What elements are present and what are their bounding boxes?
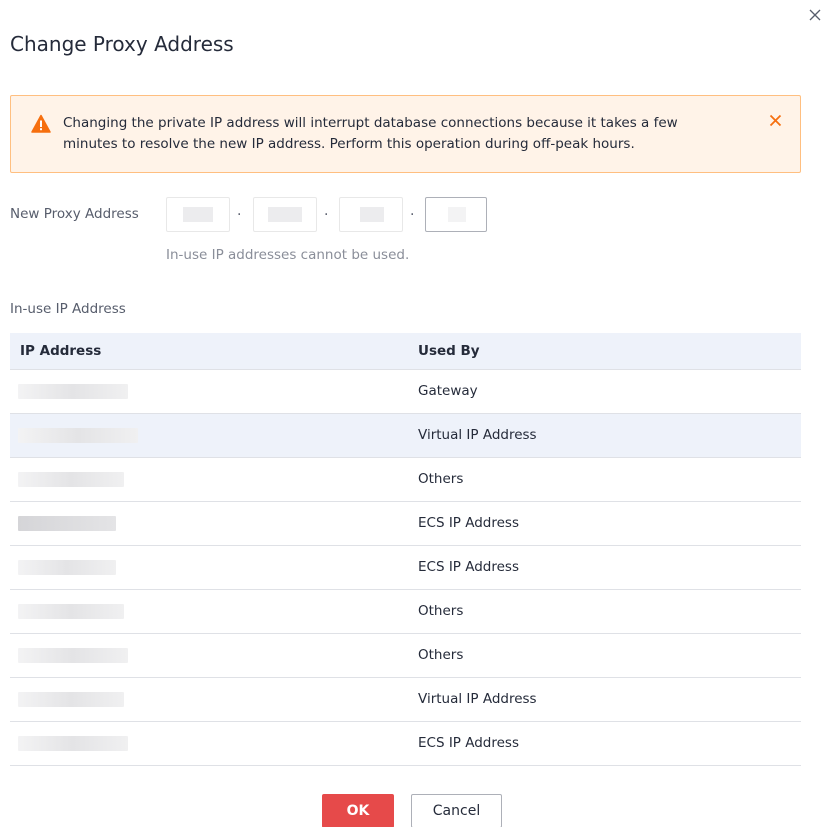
used-by-cell: ECS IP Address	[408, 545, 801, 590]
ip-cell	[10, 633, 408, 678]
warning-icon	[31, 114, 51, 134]
alert-close-icon[interactable]	[769, 112, 782, 132]
in-use-ip-label: In-use IP Address	[10, 301, 126, 317]
masked-ip	[18, 427, 138, 443]
masked-ip	[18, 647, 128, 663]
table-row: Others	[10, 457, 801, 502]
ip-cell	[10, 501, 408, 546]
ok-button[interactable]: OK	[322, 794, 394, 827]
table-row: Others	[10, 633, 801, 678]
used-by-cell: Others	[408, 589, 801, 634]
ip-separator: ·	[410, 207, 415, 223]
masked-value	[360, 207, 384, 222]
ip-cell	[10, 369, 408, 414]
cancel-button[interactable]: Cancel	[411, 794, 502, 827]
table-row: ECS IP Address	[10, 501, 801, 546]
used-by-cell: ECS IP Address	[408, 501, 801, 546]
ip-separator: ·	[237, 207, 242, 223]
ip-octet-input-2[interactable]	[253, 197, 317, 232]
table-row: ECS IP Address	[10, 545, 801, 590]
used-by-cell: Gateway	[408, 369, 801, 414]
masked-value	[268, 207, 302, 222]
warning-alert: Changing the private IP address will int…	[10, 95, 801, 173]
used-by-cell: Others	[408, 457, 801, 502]
masked-ip	[18, 691, 124, 707]
used-by-cell: Virtual IP Address	[408, 677, 801, 722]
close-icon[interactable]	[808, 8, 824, 24]
table-row: ECS IP Address	[10, 721, 801, 766]
ip-octet-input-3[interactable]	[339, 197, 403, 232]
alert-message: Changing the private IP address will int…	[63, 115, 678, 152]
in-use-ip-table: IP Address Used By Gateway Virtual IP Ad…	[10, 333, 801, 766]
field-hint: In-use IP addresses cannot be used.	[166, 247, 410, 263]
ip-octet-input-1[interactable]	[166, 197, 230, 232]
ip-cell	[10, 413, 408, 458]
masked-ip	[18, 603, 124, 619]
used-by-cell: Others	[408, 633, 801, 678]
used-by-cell: Virtual IP Address	[408, 413, 801, 458]
ip-separator: ·	[324, 207, 329, 223]
ip-cell	[10, 545, 408, 590]
table-row: Gateway	[10, 369, 801, 414]
masked-ip	[18, 383, 128, 399]
table-header-row: IP Address Used By	[10, 333, 801, 370]
column-header-used-by: Used By	[408, 333, 801, 370]
ip-octet-input-4[interactable]	[425, 197, 487, 232]
table-row: Virtual IP Address	[10, 413, 801, 458]
masked-value	[448, 207, 466, 222]
dialog-title: Change Proxy Address	[10, 32, 234, 56]
masked-value	[183, 207, 213, 222]
masked-ip	[18, 515, 116, 531]
masked-ip	[18, 735, 128, 751]
table-row: Others	[10, 589, 801, 634]
ip-cell	[10, 589, 408, 634]
masked-ip	[18, 471, 124, 487]
masked-ip	[18, 559, 116, 575]
used-by-cell: ECS IP Address	[408, 721, 801, 766]
ip-cell	[10, 721, 408, 766]
new-proxy-address-label: New Proxy Address	[10, 206, 139, 222]
ip-cell	[10, 677, 408, 722]
ip-cell	[10, 457, 408, 502]
table-row: Virtual IP Address	[10, 677, 801, 722]
column-header-ip-address: IP Address	[10, 333, 408, 370]
